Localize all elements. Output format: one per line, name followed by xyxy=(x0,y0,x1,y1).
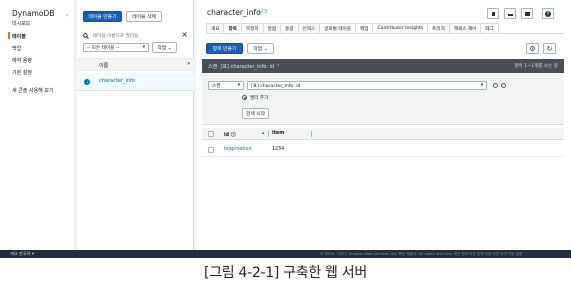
item-count: 항목 1~1개를 보는 중 xyxy=(514,64,558,69)
refresh-icon[interactable]: ↻ xyxy=(543,43,556,54)
items-grid-header: id ⓘ ▴ item xyxy=(202,128,564,140)
nav-item-reserved-capacity[interactable]: 예약 용량 xyxy=(12,57,32,64)
table-name-link[interactable]: character_info xyxy=(99,78,135,84)
column-divider[interactable] xyxy=(311,131,312,137)
item-value: 1234 xyxy=(272,147,285,152)
select-all-checkbox[interactable] xyxy=(208,131,214,137)
bottom-panel-icon[interactable] xyxy=(504,8,516,19)
delete-table-button[interactable]: 테이블 삭제 xyxy=(126,11,162,22)
help-icon[interactable]: ? xyxy=(542,8,554,19)
add-filter-label[interactable]: 필터 추가 xyxy=(250,95,268,101)
nav-item-dashboard[interactable]: 대시보드 xyxy=(12,20,30,27)
scan-header[interactable]: 스캔: [표] character_info: id ⌃ 항목 1~1개를 보는… xyxy=(202,59,564,73)
console-footer: 개요 한국어 ▾ © 2008 - 2021, Amazon Web Servi… xyxy=(0,250,571,258)
nav-item-tables[interactable]: 테이블 xyxy=(8,32,26,40)
nav-item-preferences[interactable]: 기본 설정 xyxy=(12,69,32,76)
chevron-up-icon[interactable]: ⌃ xyxy=(276,64,280,70)
table-category-value: -- 모든 테이블 -- xyxy=(87,45,120,51)
start-search-button[interactable]: 검색 시작 xyxy=(242,108,269,119)
item-id-link[interactable]: teapmotion xyxy=(224,147,252,152)
page-title: character_info xyxy=(207,8,261,17)
tab-divider xyxy=(206,33,564,34)
row-checkbox[interactable] xyxy=(208,147,214,153)
gear-icon[interactable]: ⚙ xyxy=(526,43,539,54)
console-window: DynamoDB ‹ 대시보드 테이블 백업 예약 용량 기본 설정 새 콘솔 … xyxy=(0,0,571,258)
table-actions-button[interactable]: 작업 ⌄ xyxy=(152,42,177,53)
nav-item-backups[interactable]: 백업 xyxy=(12,45,21,52)
scan-type-select[interactable]: 스캔 ▾ xyxy=(208,81,244,90)
sort-icon[interactable]: ▴ xyxy=(262,131,264,136)
figure-caption: [그림 4-2-1] 구축한 웹 서버 xyxy=(204,265,367,281)
scan-options: 스캔 ▾ [표] character_info: id ▾ 필터 추가 검색 시… xyxy=(202,73,564,125)
scan-label-text: 스캔: [표] character_info: id xyxy=(208,64,275,70)
create-table-button[interactable]: 테이블 만들기 xyxy=(83,11,122,22)
chevron-left-icon[interactable]: ‹ xyxy=(66,12,68,19)
column-header-id-label: id xyxy=(224,133,230,138)
create-item-button[interactable]: 항목 만들기 xyxy=(206,43,243,54)
sort-icon[interactable]: ▾ xyxy=(187,61,190,67)
column-header-item[interactable]: item xyxy=(272,131,284,136)
scan-type-value: 스캔 xyxy=(212,83,221,89)
info-icon[interactable]: ⓘ xyxy=(231,133,236,138)
search-icon xyxy=(83,32,89,39)
column-divider[interactable] xyxy=(268,131,269,137)
table-row[interactable]: teapmotion 1234 xyxy=(202,144,564,157)
caret-down-icon: ▾ xyxy=(142,45,145,50)
caret-down-icon: ▾ xyxy=(237,83,240,88)
column-name-header[interactable]: 이름 xyxy=(99,62,108,69)
add-filter-radio[interactable] xyxy=(242,95,247,100)
item-actions-button[interactable]: 작업 ⌄ xyxy=(247,43,274,54)
table-index-select[interactable]: [표] character_info: id ▾ xyxy=(247,81,487,90)
main-panel: character_info 닫기 ? 개요 항목 측정치 알람 용량 인덱스 … xyxy=(196,0,571,250)
left-nav: DynamoDB ‹ 대시보드 테이블 백업 예약 용량 기본 설정 새 콘솔 … xyxy=(0,0,75,250)
search-input[interactable]: 테이블 이름으로 필터링 xyxy=(93,33,138,39)
close-link[interactable]: 닫기 xyxy=(259,9,267,15)
footer-legal[interactable]: © 2008 - 2021, Amazon Web Services, Inc.… xyxy=(320,252,522,257)
table-category-select[interactable]: -- 모든 테이블 -- ▾ xyxy=(83,43,149,52)
caret-down-icon: ▾ xyxy=(480,83,483,88)
table-index-value: [표] character_info: id xyxy=(251,83,301,89)
nav-item-try-new-console[interactable]: 새 콘솔 사용해 보기 xyxy=(12,87,54,94)
footer-left[interactable]: 개요 한국어 ▾ xyxy=(10,251,34,257)
scan-option-radio-b[interactable] xyxy=(501,83,506,88)
column-header-id[interactable]: id ⓘ xyxy=(224,131,236,138)
split-view-icon[interactable] xyxy=(487,8,499,19)
scan-summary: 스캔: [표] character_info: id ⌃ xyxy=(208,63,280,70)
table-list-header: 이름 ▾ xyxy=(77,58,194,71)
table-row[interactable]: character_info xyxy=(77,73,194,91)
service-title: DynamoDB xyxy=(12,9,55,18)
scan-option-radio-a[interactable] xyxy=(493,83,498,88)
row-radio[interactable] xyxy=(84,79,90,85)
fullscreen-icon[interactable] xyxy=(521,8,533,19)
table-search[interactable]: 테이블 이름으로 필터링 × xyxy=(83,30,188,40)
close-icon[interactable]: × xyxy=(181,30,188,39)
